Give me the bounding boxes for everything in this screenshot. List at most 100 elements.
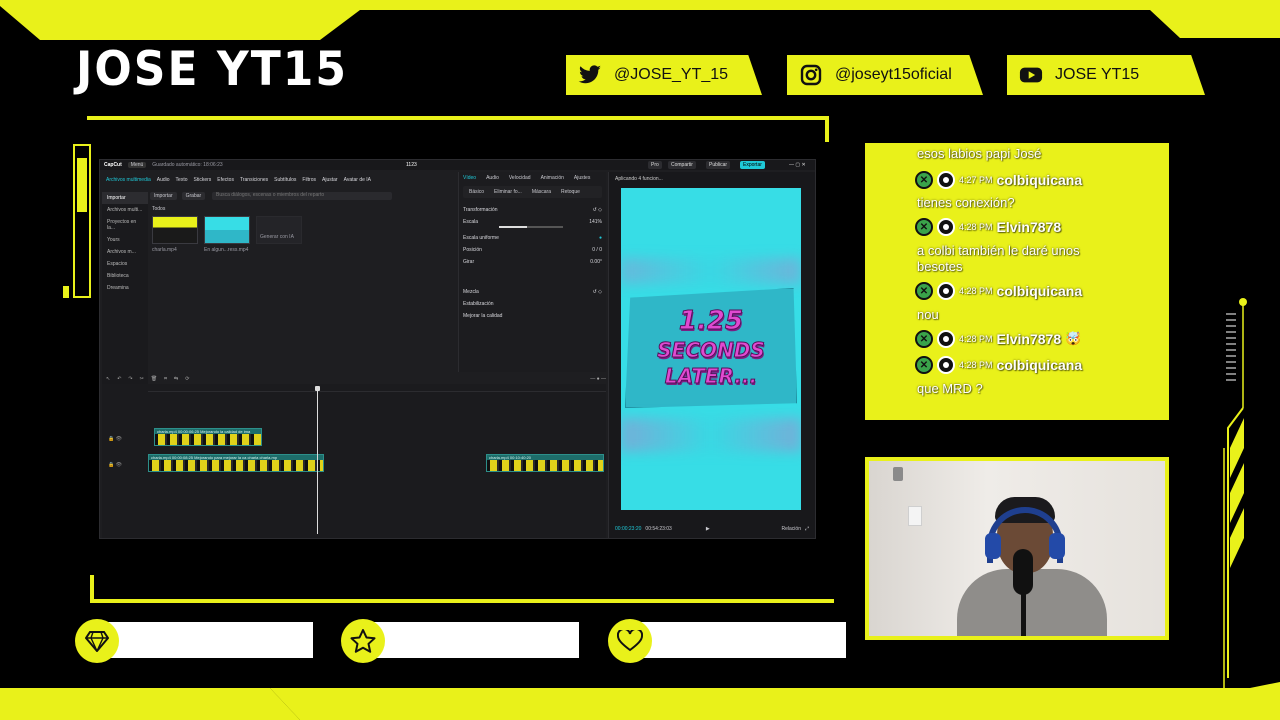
social-twitter[interactable]: @JOSE_YT_15 bbox=[566, 55, 762, 95]
props-tab-adjust[interactable]: Ajustes bbox=[574, 175, 590, 181]
sidebar-item-library[interactable]: Biblioteca bbox=[102, 270, 148, 282]
ratio-button[interactable]: Relación bbox=[782, 526, 801, 532]
bottom-frame-decoration bbox=[0, 682, 1280, 720]
props-tab-video[interactable]: Vídeo bbox=[463, 175, 476, 181]
position-x-input[interactable]: 0 bbox=[592, 247, 595, 253]
chat-message-text: a colbi también le daré unos besotes bbox=[917, 243, 1080, 274]
scale-slider[interactable] bbox=[499, 226, 563, 228]
video-preview[interactable]: 1.25 SECONDS LATER... bbox=[621, 188, 801, 510]
position-label: Posición bbox=[463, 247, 482, 253]
sidebar-item-media[interactable]: Archivos multi... bbox=[102, 204, 148, 216]
social-youtube[interactable]: JOSE YT15 bbox=[1007, 55, 1205, 95]
youtube-handle: JOSE YT15 bbox=[1055, 66, 1140, 83]
media-search-input[interactable]: Busca diálogos, escenas o miembros del r… bbox=[212, 192, 392, 200]
toolbar-filters[interactable]: Filtros bbox=[302, 177, 316, 183]
redo-icon[interactable]: ↷ bbox=[128, 376, 132, 382]
position-y-input[interactable]: 0 bbox=[599, 247, 602, 253]
chat-time: 4:28 PM bbox=[959, 222, 993, 232]
rotate-icon[interactable]: ⟳ bbox=[185, 376, 189, 382]
moderator-badge-icon: ✕ bbox=[915, 282, 933, 300]
timeline-playhead[interactable] bbox=[315, 386, 320, 534]
toolbar-effects[interactable]: Efectos bbox=[217, 177, 234, 183]
autosave-status: Guardado automático: 18:06:23 bbox=[152, 162, 223, 168]
chat-username[interactable]: colbiquicana bbox=[997, 283, 1083, 299]
chat-username[interactable]: colbiquicana bbox=[997, 357, 1083, 373]
mirror-icon[interactable]: ⇆ bbox=[174, 376, 178, 382]
media-filter[interactable]: Todos bbox=[152, 206, 165, 212]
props-tab-animation[interactable]: Animación bbox=[541, 175, 564, 181]
publish-button[interactable]: Publicar bbox=[706, 161, 731, 169]
moderator-badge-icon: ✕ bbox=[915, 356, 933, 374]
crop-icon[interactable]: ⌗ bbox=[164, 376, 167, 382]
fullscreen-icon[interactable]: ⤢ bbox=[805, 526, 809, 532]
toolbar-media[interactable]: Archivos multimedia bbox=[106, 177, 151, 183]
live-chat-panel: esos labios papi José ✕ 4:27 PM colbiqui… bbox=[865, 143, 1169, 420]
props-tab-speed[interactable]: Velocidad bbox=[509, 175, 531, 181]
sidebar-item-spaces[interactable]: Espacios bbox=[102, 258, 148, 270]
select-tool-icon[interactable]: ↖ bbox=[106, 376, 110, 382]
delete-icon[interactable]: 🗑 bbox=[151, 376, 157, 382]
toolbar-ai-avatar[interactable]: Avatar de IA bbox=[344, 177, 371, 183]
undo-icon[interactable]: ↶ bbox=[117, 376, 121, 382]
zoom-slider[interactable]: — ● — bbox=[590, 376, 606, 382]
sidebar-item-projects[interactable]: Proyectos en la... bbox=[102, 216, 148, 234]
track-controls[interactable]: 🔒 👁 bbox=[108, 462, 122, 468]
sidebar-item-files[interactable]: Archivos m... bbox=[102, 246, 148, 258]
import-tab[interactable]: Importar bbox=[150, 192, 177, 200]
rotate-input[interactable]: 0.00° bbox=[590, 259, 602, 265]
chat-username[interactable]: Elvin7878 bbox=[997, 331, 1062, 347]
screen-top-border bbox=[87, 116, 829, 142]
sidebar-item-yours[interactable]: Yours bbox=[102, 234, 148, 246]
play-icon[interactable]: ▶ bbox=[706, 526, 710, 532]
current-timecode: 00:00:23:20 bbox=[615, 526, 642, 532]
chat-username[interactable]: Elvin7878 bbox=[997, 219, 1062, 235]
twitter-icon bbox=[578, 63, 602, 87]
toolbar-adjust[interactable]: Ajustar bbox=[322, 177, 338, 183]
toolbar-audio[interactable]: Audio bbox=[157, 177, 170, 183]
media-thumb-clip[interactable] bbox=[204, 216, 250, 244]
enhance-label[interactable]: Mejorar la calidad bbox=[463, 313, 502, 319]
timeline-clip[interactable]: charla.mp4 00:10:40:20 bbox=[486, 454, 604, 472]
share-button[interactable]: Compartir bbox=[668, 161, 696, 169]
toolbar-transitions[interactable]: Transiciones bbox=[240, 177, 268, 183]
left-meter-decoration bbox=[63, 144, 91, 298]
toolbar-stickers[interactable]: Stickers bbox=[194, 177, 212, 183]
editor-menu-button[interactable]: Menú bbox=[127, 162, 147, 168]
chat-username[interactable]: colbiquicana bbox=[997, 172, 1083, 188]
scale-value[interactable]: 141% bbox=[589, 219, 602, 225]
window-controls[interactable]: — ▢ ✕ bbox=[786, 161, 809, 169]
ai-generate-label: Generar con IA bbox=[260, 234, 294, 240]
uniform-scale-label: Escala uniforme bbox=[463, 235, 499, 241]
goal-bar-1 bbox=[104, 622, 313, 658]
sidebar-item-dreamina[interactable]: Dreamina bbox=[102, 282, 148, 294]
pro-button[interactable]: Pro bbox=[648, 161, 662, 169]
timeline-ruler bbox=[148, 384, 606, 392]
properties-panel: Vídeo Audio Velocidad Animación Ajustes … bbox=[458, 172, 606, 372]
sidebar-item-import[interactable]: Importar bbox=[102, 192, 148, 204]
track-controls[interactable]: 🔒 👁 bbox=[108, 436, 122, 442]
props-sub-basic[interactable]: Básico bbox=[469, 189, 484, 195]
props-sub-retouch[interactable]: Retoque bbox=[561, 189, 580, 195]
social-instagram[interactable]: @joseyt15oficial bbox=[787, 55, 983, 95]
timeline-clip[interactable]: charla.mp4 00:00:08:25 Mejorando para me… bbox=[148, 454, 324, 472]
props-sub-mask[interactable]: Máscara bbox=[532, 189, 551, 195]
microphone bbox=[1013, 549, 1033, 595]
toolbar-text[interactable]: Texto bbox=[176, 177, 188, 183]
uniform-scale-toggle[interactable]: ● bbox=[599, 235, 602, 241]
timeline: 🔒 👁 🔒 👁 charla.mp4 00:00:06:25 Mejorando… bbox=[102, 384, 606, 538]
timeline-clip[interactable]: charla.mp4 00:00:06:25 Mejorando la cali… bbox=[154, 428, 262, 446]
media-thumb-charla[interactable] bbox=[152, 216, 198, 244]
toolbar-captions[interactable]: Subtítulos bbox=[274, 177, 296, 183]
preview-text-line1: 1.25 bbox=[678, 306, 744, 337]
instagram-handle: @joseyt15oficial bbox=[835, 66, 952, 83]
split-icon[interactable]: ✂ bbox=[140, 376, 144, 382]
props-tab-audio[interactable]: Audio bbox=[486, 175, 499, 181]
export-button[interactable]: Exportar bbox=[740, 161, 765, 169]
record-tab[interactable]: Grabar bbox=[181, 192, 206, 200]
timeline-toolbar: ↖ ↶ ↷ ✂ 🗑 ⌗ ⇆ ⟳ — ● — bbox=[102, 374, 606, 384]
blend-label[interactable]: Mezcla bbox=[463, 289, 479, 295]
props-sub-remove-bg[interactable]: Eliminar fo... bbox=[494, 189, 522, 195]
stabilize-label[interactable]: Estabilización bbox=[463, 301, 494, 307]
chat-message-text: esos labios papi José bbox=[917, 146, 1042, 161]
chat-message-text: nou bbox=[917, 307, 939, 322]
